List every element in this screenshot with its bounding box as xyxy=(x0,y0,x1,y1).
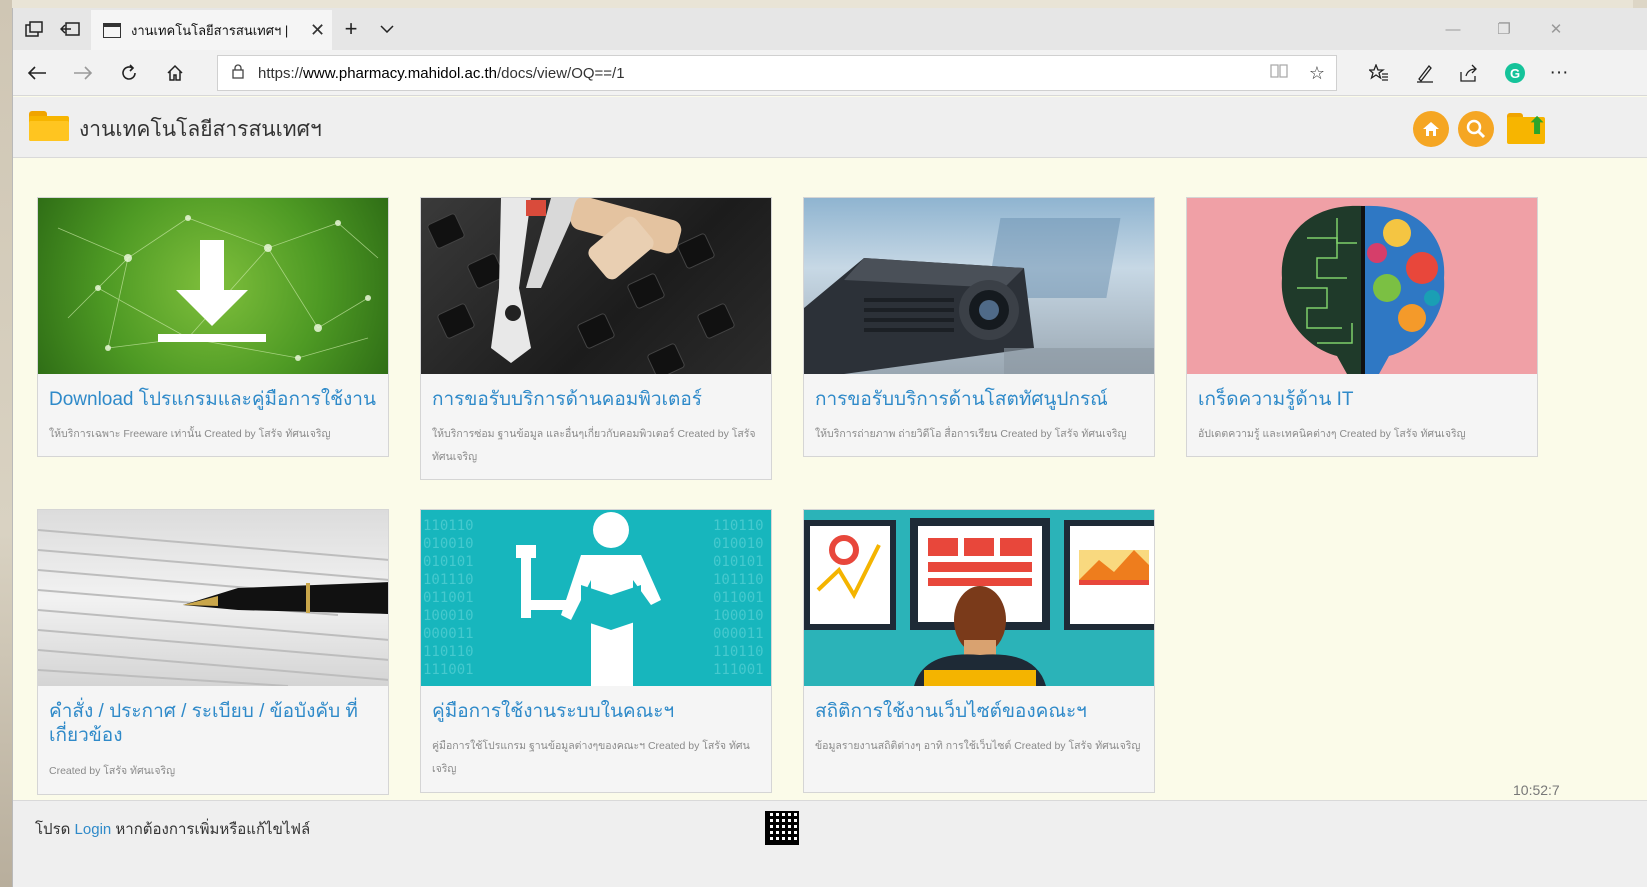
notes-pen-icon[interactable] xyxy=(1403,54,1447,92)
favorites-list-icon[interactable] xyxy=(1357,54,1401,92)
clock-text: 10:52:7 xyxy=(1513,782,1560,798)
card-description: อัปเดตความรู้ และเทคนิคต่างๆ Created by … xyxy=(1198,428,1466,440)
svg-text:010010: 010010 xyxy=(423,536,474,552)
card-title[interactable]: เกร็ดความรู้ด้าน IT xyxy=(1198,388,1527,412)
card-download[interactable]: Download โปรแกรมและคู่มือการใช้งาน ให้บร… xyxy=(37,197,389,457)
svg-text:101110: 101110 xyxy=(423,572,474,588)
svg-text:000011: 000011 xyxy=(713,626,764,642)
browser-window: งานเทคโนโลยีสารสนเทศฯ | ✕ + — ❐ ✕ https:… xyxy=(12,8,1647,887)
download-image xyxy=(38,198,388,374)
svg-text:011001: 011001 xyxy=(713,590,764,606)
svg-text:010010: 010010 xyxy=(713,536,764,552)
upload-folder-icon[interactable]: ⬆ xyxy=(1507,113,1549,145)
close-window-button[interactable]: ✕ xyxy=(1533,8,1579,50)
svg-text:100010: 100010 xyxy=(713,608,764,624)
card-system-manual[interactable]: 110110 010010 010101 101110 011001 100010 00… xyxy=(420,509,772,793)
projector-image xyxy=(804,198,1154,374)
svg-text:111001: 111001 xyxy=(423,662,474,678)
computer-repair-image xyxy=(421,198,771,374)
card-av-service[interactable]: การขอรับบริการด้านโสตทัศนูปกรณ์ ให้บริกา… xyxy=(803,197,1155,457)
svg-text:100010: 100010 xyxy=(423,608,474,624)
svg-text:101110: 101110 xyxy=(713,572,764,588)
url-prefix: https:// xyxy=(258,64,304,82)
card-description: ให้บริการซ่อม ฐานข้อมูล และอื่นๆเกี่ยวกั… xyxy=(432,428,756,463)
login-link[interactable]: Login xyxy=(75,821,112,838)
svg-text:010101: 010101 xyxy=(423,554,474,570)
lock-icon xyxy=(218,64,258,82)
card-description: ให้บริการเฉพาะ Freeware เท่านั้น Created… xyxy=(49,428,331,440)
grammarly-extension-icon[interactable]: G xyxy=(1493,54,1537,92)
tab-title: งานเทคโนโลยีสารสนเทศฯ | xyxy=(131,22,289,38)
card-regulations[interactable]: คำสั่ง / ประกาศ / ระเบียบ / ข้อบังคับ ที… xyxy=(37,509,389,795)
navigation-bar: https://www.pharmacy.mahidol.ac.th/docs/… xyxy=(13,50,1647,96)
card-computer-service[interactable]: การขอรับบริการด้านคอมพิวเตอร์ ให้บริการซ… xyxy=(420,197,772,480)
site-title[interactable]: งานเทคโนโลยีสารสนเทศฯ xyxy=(79,113,322,146)
back-button[interactable] xyxy=(17,54,57,92)
card-description: Created by โสรัจ ทัศนเจริญ xyxy=(49,765,176,777)
svg-text:111001: 111001 xyxy=(713,662,764,678)
brain-image xyxy=(1187,198,1537,374)
card-description: คู่มือการใช้โปรแกรม ฐานข้อมูลต่างๆของคณะ… xyxy=(432,740,750,775)
card-title[interactable]: Download โปรแกรมและคู่มือการใช้งาน xyxy=(49,388,378,412)
login-prompt: โปรด Login หากต้องการเพิ่มหรือแก้ไขไฟล์ xyxy=(35,817,310,841)
manual-image: 110110 010010 010101 101110 011001 100010 00… xyxy=(421,510,771,686)
tab-bar: งานเทคโนโลยีสารสนเทศฯ | ✕ + — ❐ ✕ xyxy=(13,8,1647,50)
svg-text:110110: 110110 xyxy=(713,518,764,534)
home-icon[interactable] xyxy=(1413,111,1449,147)
card-title[interactable]: คำสั่ง / ประกาศ / ระเบียบ / ข้อบังคับ ที… xyxy=(49,700,378,748)
tab-preview-icon[interactable] xyxy=(15,8,53,50)
svg-text:010101: 010101 xyxy=(713,554,764,570)
address-bar[interactable]: https://www.pharmacy.mahidol.ac.th/docs/… xyxy=(217,55,1337,91)
card-title[interactable]: สถิติการใช้งานเว็บไซต์ของคณะฯ xyxy=(815,700,1144,724)
forward-button[interactable] xyxy=(63,54,103,92)
login-prompt-after: หากต้องการเพิ่มหรือแก้ไขไฟล์ xyxy=(111,821,311,838)
svg-text:011001: 011001 xyxy=(423,590,474,606)
login-prompt-before: โปรด xyxy=(35,821,75,838)
new-tab-button[interactable]: + xyxy=(331,8,371,50)
tab-close-icon[interactable]: ✕ xyxy=(310,20,325,41)
home-button[interactable] xyxy=(155,54,195,92)
favorite-star-icon[interactable]: ☆ xyxy=(1298,63,1336,84)
card-description: ให้บริการถ่ายภาพ ถ่ายวิดีโอ สื่อการเรียน… xyxy=(815,428,1127,440)
restore-button[interactable]: ❐ xyxy=(1481,8,1527,50)
svg-text:110110: 110110 xyxy=(713,644,764,660)
refresh-button[interactable] xyxy=(109,54,149,92)
minimize-button[interactable]: — xyxy=(1430,8,1476,50)
statistics-image xyxy=(804,510,1154,686)
reading-view-icon[interactable] xyxy=(1260,63,1298,84)
site-header: งานเทคโนโลยีสารสนเทศฯ ⬆ xyxy=(13,97,1647,158)
search-icon[interactable] xyxy=(1458,111,1494,147)
url-path: /docs/view/OQ==/1 xyxy=(497,64,625,82)
desktop-background-left xyxy=(0,0,12,887)
qr-code-icon xyxy=(765,811,799,845)
chevron-down-icon[interactable] xyxy=(369,8,405,50)
pen-document-image xyxy=(38,510,388,686)
card-description: ข้อมูลรายงานสถิติต่างๆ อาทิ การใช้เว็บไซ… xyxy=(815,740,1141,752)
url-domain: www.pharmacy.mahidol.ac.th xyxy=(303,64,497,82)
set-aside-tabs-icon[interactable] xyxy=(51,8,89,50)
more-menu-icon[interactable]: ··· xyxy=(1537,54,1581,92)
card-title[interactable]: การขอรับบริการด้านโสตทัศนูปกรณ์ xyxy=(815,388,1144,412)
share-icon[interactable] xyxy=(1447,54,1491,92)
card-it-tips[interactable]: เกร็ดความรู้ด้าน IT อัปเดตความรู้ และเทค… xyxy=(1186,197,1538,457)
page-icon xyxy=(103,22,121,38)
folder-logo-icon[interactable] xyxy=(29,111,69,141)
card-title[interactable]: การขอรับบริการด้านคอมพิวเตอร์ xyxy=(432,388,761,412)
svg-text:000011: 000011 xyxy=(423,626,474,642)
card-title[interactable]: คู่มือการใช้งานระบบในคณะฯ xyxy=(432,700,761,724)
footer: โปรด Login หากต้องการเพิ่มหรือแก้ไขไฟล์ xyxy=(13,800,1647,887)
url-text[interactable]: https://www.pharmacy.mahidol.ac.th/docs/… xyxy=(258,65,1260,82)
svg-text:110110: 110110 xyxy=(423,644,474,660)
svg-text:110110: 110110 xyxy=(423,518,474,534)
tab-active[interactable]: งานเทคโนโลยีสารสนเทศฯ | ✕ xyxy=(91,10,332,50)
card-web-statistics[interactable]: สถิติการใช้งานเว็บไซต์ของคณะฯ ข้อมูลรายง… xyxy=(803,509,1155,793)
